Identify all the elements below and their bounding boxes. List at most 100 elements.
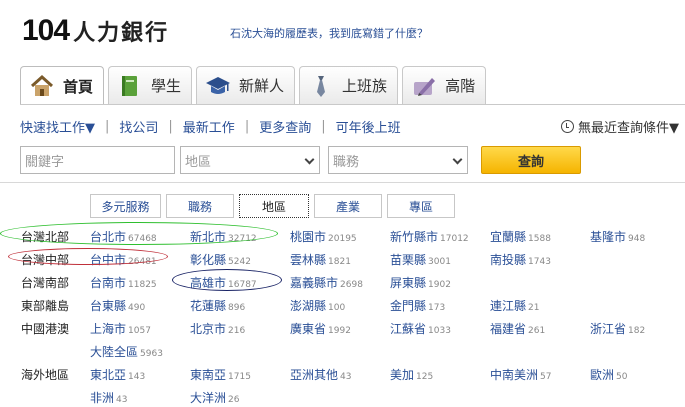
chevron-down-icon <box>304 154 315 165</box>
city-name: 苗栗縣 <box>390 253 427 267</box>
city-link[interactable]: 台東縣 490 <box>90 297 145 314</box>
job-count: 43 <box>340 372 352 382</box>
city-link[interactable]: 台南市 11825 <box>90 274 157 291</box>
job-count: 20195 <box>328 234 357 244</box>
subtab-job-function[interactable]: 職務 <box>166 194 234 218</box>
city-link[interactable]: 金門縣 173 <box>390 297 445 314</box>
city-link[interactable]: 非洲 43 <box>90 389 127 406</box>
nav-latest-jobs[interactable]: 最新工作 <box>183 117 235 136</box>
city-link[interactable]: 台中市 26481 <box>90 251 157 268</box>
subtab-special-zone[interactable]: 專區 <box>387 194 455 218</box>
tab-student[interactable]: 學生 <box>108 66 193 104</box>
nav-find-company[interactable]: 找公司 <box>119 117 158 136</box>
tab-home[interactable]: 首頁 <box>20 66 105 105</box>
job-count: 50 <box>616 372 628 382</box>
city-link[interactable]: 台北市 67468 <box>90 228 157 245</box>
search-history-label: 無最近查詢條件▼ <box>578 121 679 136</box>
city-name: 基隆市 <box>590 230 627 244</box>
city-link[interactable]: 大陸全區 5963 <box>90 343 163 360</box>
city-name: 亞洲其他 <box>290 368 339 382</box>
job-count: 16787 <box>228 280 257 290</box>
tab-executive[interactable]: 高階 <box>402 66 487 104</box>
city-link[interactable]: 連江縣 21 <box>490 297 539 314</box>
city-link[interactable]: 新竹縣市 17012 <box>390 228 469 245</box>
logo-text: 人力銀行 <box>73 21 170 46</box>
house-icon <box>30 74 54 96</box>
subtab-region[interactable]: 地區 <box>239 194 309 218</box>
keyword-input[interactable]: 關鍵字 <box>20 146 175 174</box>
job-count: 1743 <box>528 257 551 267</box>
logo-number: 104 <box>22 14 70 47</box>
search-button[interactable]: 查詢 <box>481 146 581 174</box>
city-link[interactable]: 嘉義縣市 2698 <box>290 274 363 291</box>
area-select[interactable]: 地區 <box>180 146 320 174</box>
city-link[interactable]: 基隆市 948 <box>590 228 645 245</box>
city-link[interactable]: 美加 125 <box>390 366 433 383</box>
nav-start-after-new-year[interactable]: 可年後上班 <box>336 117 401 136</box>
city-link[interactable]: 浙江省 182 <box>590 320 645 337</box>
city-link[interactable]: 新北市 32712 <box>190 228 257 245</box>
city-name: 福建省 <box>490 322 527 336</box>
city-link[interactable]: 花蓮縣 896 <box>190 297 245 314</box>
city-link[interactable]: 雲林縣 1821 <box>290 251 351 268</box>
city-name: 嘉義縣市 <box>290 276 339 290</box>
city-link[interactable]: 東北亞 143 <box>90 366 145 383</box>
city-link[interactable]: 屏東縣 1902 <box>390 274 451 291</box>
city-link[interactable]: 苗栗縣 3001 <box>390 251 451 268</box>
subtab-industry[interactable]: 產業 <box>314 194 382 218</box>
region-label: 中國港澳 <box>21 322 70 336</box>
region-label: 台灣中部 <box>21 253 70 267</box>
city-link[interactable]: 廣東省 1992 <box>290 320 351 337</box>
job-category-select[interactable]: 職務 <box>328 146 468 174</box>
city-link[interactable]: 彰化縣 5242 <box>190 251 251 268</box>
city-link[interactable]: 高雄市 16787 <box>190 274 257 291</box>
city-name: 屏東縣 <box>390 276 427 290</box>
city-link[interactable]: 南投縣 1743 <box>490 251 551 268</box>
city-link[interactable]: 亞洲其他 43 <box>290 366 351 383</box>
graduation-cap-icon <box>206 76 231 94</box>
city-link[interactable]: 歐洲 50 <box>590 366 627 383</box>
city-link[interactable]: 東南亞 1715 <box>190 366 251 383</box>
nav-separator: | <box>168 119 173 134</box>
job-count: 125 <box>416 372 434 382</box>
region-label: 台灣北部 <box>21 230 70 244</box>
site-logo[interactable]: 104 人力銀行 <box>22 14 169 48</box>
area-select-value: 地區 <box>185 154 212 170</box>
tab-graduate[interactable]: 新鮮人 <box>196 66 296 104</box>
city-link[interactable]: 上海市 1057 <box>90 320 151 337</box>
slogan-link[interactable]: 石沈大海的履歷表，我到底寫錯了什麼？ <box>230 25 428 41</box>
search-bar: 關鍵字 地區 職務 查詢 <box>20 146 581 174</box>
city-name: 連江縣 <box>490 299 527 313</box>
keyword-placeholder: 關鍵字 <box>25 154 65 170</box>
book-icon <box>122 75 138 96</box>
city-name: 金門縣 <box>390 299 427 313</box>
job-count: 67468 <box>128 234 157 244</box>
city-name: 新竹縣市 <box>390 230 439 244</box>
search-history-dropdown[interactable]: 無最近查詢條件▼ <box>561 117 679 136</box>
region-row: 海外地區 東北亞 143 東南亞 1715 亞洲其他 43 美加 125 中南美洲 57 歐洲 50 非洲… <box>0 364 685 405</box>
subtab-diverse-services[interactable]: 多元服務 <box>90 194 161 218</box>
city-link[interactable]: 中南美洲 57 <box>490 366 551 383</box>
city-name: 美加 <box>390 368 415 382</box>
job-count: 490 <box>128 303 146 313</box>
pen-icon <box>414 77 436 96</box>
city-link[interactable]: 北京市 216 <box>190 320 245 337</box>
job-count: 143 <box>128 372 146 382</box>
city-link[interactable]: 大洋洲 26 <box>190 389 239 406</box>
city-name: 台南市 <box>90 276 127 290</box>
tab-label: 上班族 <box>342 77 388 95</box>
tab-office-worker[interactable]: 上班族 <box>299 66 399 104</box>
nav-quick-search[interactable]: 快速找工作▼ <box>20 117 95 136</box>
nav-separator: | <box>244 119 250 134</box>
city-name: 新北市 <box>190 230 227 244</box>
tab-label: 高階 <box>445 77 476 95</box>
nav-more-search[interactable]: 更多查詢 <box>259 117 311 136</box>
city-link[interactable]: 福建省 261 <box>490 320 545 337</box>
city-link[interactable]: 澎湖縣 100 <box>290 297 345 314</box>
city-name: 南投縣 <box>490 253 527 267</box>
city-link[interactable]: 江蘇省 1033 <box>390 320 451 337</box>
tab-label: 學生 <box>151 77 182 95</box>
city-link[interactable]: 桃園市 20195 <box>290 228 357 245</box>
city-link[interactable]: 宜蘭縣 1588 <box>490 228 551 245</box>
region-label: 台灣南部 <box>21 276 70 290</box>
